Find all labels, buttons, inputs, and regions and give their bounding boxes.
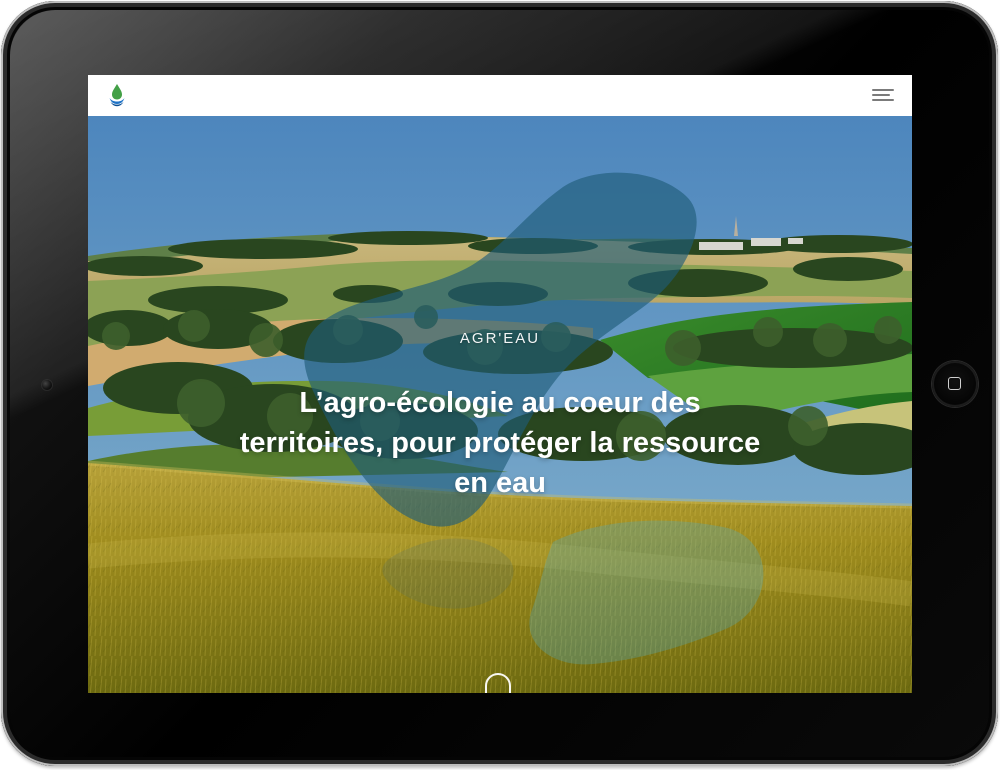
menu-line xyxy=(872,89,894,91)
hamburger-menu-icon[interactable] xyxy=(872,87,894,104)
scroll-down-icon[interactable] xyxy=(485,673,511,693)
hero-section: AGR'EAU L’agro-écologie au coeur des ter… xyxy=(88,116,912,693)
website-screen: AGR'EAU L’agro-écologie au coeur des ter… xyxy=(88,75,912,693)
camera-icon xyxy=(42,380,52,390)
water-drop-logo-icon[interactable] xyxy=(108,83,126,107)
menu-line xyxy=(872,99,894,101)
home-button-icon xyxy=(948,377,961,390)
tablet-mockup-stage: AGR'EAU L’agro-écologie au coeur des ter… xyxy=(0,0,1000,770)
menu-line xyxy=(872,94,890,96)
site-header xyxy=(88,75,912,116)
hero-title: L’agro-écologie au coeur des territoires… xyxy=(239,387,761,499)
hero-kicker: AGR'EAU xyxy=(459,330,541,347)
home-button[interactable] xyxy=(932,361,978,407)
